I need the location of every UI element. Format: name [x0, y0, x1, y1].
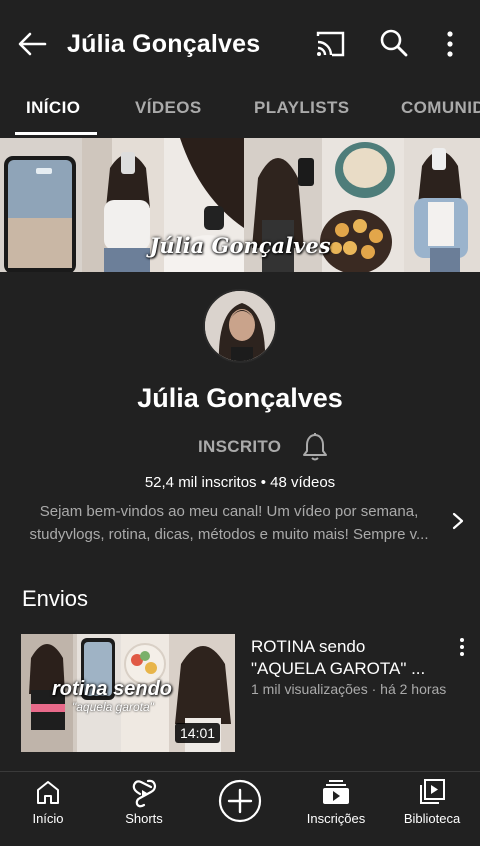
nav-label-subscriptions: Inscrições [306, 811, 366, 826]
nav-label-home: Início [32, 811, 64, 826]
more-vertical-icon[interactable] [452, 634, 472, 660]
subscribed-label: INSCRITO [198, 437, 282, 456]
home-icon [37, 781, 59, 804]
thumbnail-text: rotina sendo [52, 678, 173, 700]
channel-name: Júlia Gonçalves [137, 383, 343, 413]
chevron-right-icon[interactable] [448, 509, 468, 533]
active-tab-indicator [15, 132, 97, 135]
video-title[interactable]: ROTINA sendo "AQUELA GAROTA" ... [251, 636, 451, 680]
cast-icon[interactable] [314, 29, 346, 59]
description-line: studyvlogs, rotina, dicas, métodos e mui… [29, 526, 429, 543]
thumbnail-subtext: "aquela garota" [72, 700, 154, 714]
more-vertical-icon[interactable] [436, 27, 464, 61]
uploads-section-title: Envios [22, 586, 89, 611]
tab-inicio[interactable]: INÍCIO [26, 98, 80, 118]
video-title-line: "AQUELA GAROTA" ... [251, 659, 426, 678]
nav-item-library[interactable]: Biblioteca [384, 772, 480, 846]
shorts-icon [132, 779, 157, 808]
channel-description[interactable]: Sejam bem-vindos ao meu canal! Um vídeo … [14, 500, 444, 546]
channel-title: Júlia Gonçalves [67, 30, 261, 58]
nav-label-shorts: Shorts [125, 811, 163, 826]
video-title-line: ROTINA sendo [251, 637, 366, 656]
video-metadata: 1 mil visualizações · há 2 horas [251, 681, 447, 697]
tab-playlists[interactable]: PLAYLISTS [254, 98, 350, 118]
arrow-left-icon[interactable] [14, 26, 50, 62]
search-icon[interactable] [378, 27, 410, 59]
channel-stats: 52,4 mil inscritos • 48 vídeos [144, 474, 336, 491]
library-icon [420, 779, 445, 804]
channel-avatar [203, 289, 277, 363]
avatar-photo [205, 291, 275, 361]
nav-item-shorts[interactable]: Shorts [96, 772, 192, 846]
nav-item-home[interactable]: Início [0, 772, 96, 846]
channel-tabs: INÍCIO VÍDEOS PLAYLISTS COMUNIDADE [0, 88, 480, 136]
top-app-bar: Júlia Gonçalves [0, 0, 480, 88]
nav-label-library: Biblioteca [403, 811, 461, 826]
subscriptions-icon [323, 780, 349, 804]
tab-comunidade[interactable]: COMUNIDADE [401, 98, 480, 118]
bell-icon[interactable] [302, 432, 328, 462]
nav-item-subscriptions[interactable]: Inscrições [288, 772, 384, 846]
video-duration-badge: 14:01 [175, 723, 221, 743]
banner-title-text: Júlia Gonçalves [149, 233, 331, 258]
create-plus-icon[interactable] [218, 779, 262, 823]
tab-videos[interactable]: VÍDEOS [135, 98, 202, 118]
description-line: Sejam bem-vindos ao meu canal! Um vídeo … [39, 503, 419, 520]
